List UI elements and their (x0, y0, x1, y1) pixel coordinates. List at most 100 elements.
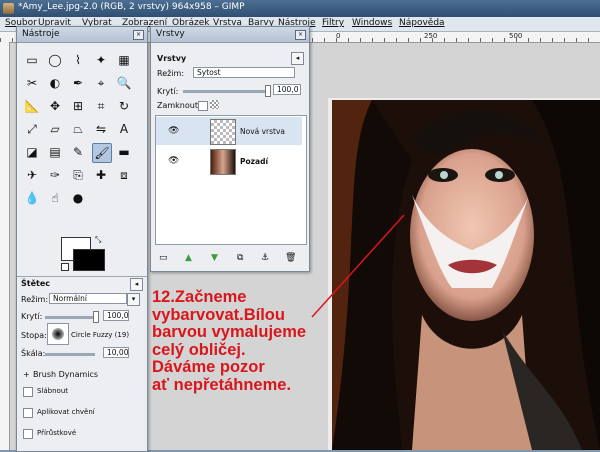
lock-alpha-checkbox[interactable] (198, 101, 208, 111)
brush-mode-select[interactable]: Normální (49, 293, 127, 304)
layer-opacity-knob[interactable] (265, 85, 271, 97)
layer-opacity-slider[interactable] (183, 90, 267, 93)
move-icon[interactable]: ✥ (46, 97, 64, 115)
layer-row-background[interactable]: 👁 Pozadí (156, 147, 302, 175)
anchor-layer-icon[interactable]: ⚓ (261, 253, 269, 263)
dodge-burn-icon[interactable]: ● (69, 189, 87, 207)
ink-icon[interactable]: ✑ (46, 166, 64, 184)
paths-icon[interactable]: ✒ (69, 74, 87, 92)
text-icon[interactable]: A (115, 120, 133, 138)
raise-layer-icon[interactable]: ▲ (185, 253, 192, 263)
align-icon[interactable]: ⊞ (69, 97, 87, 115)
toolbox-title: Nástroje (22, 29, 60, 39)
divider (17, 276, 147, 277)
flip-icon[interactable]: ⇋ (92, 120, 110, 138)
paintbrush-icon[interactable]: 🖌 (92, 143, 112, 163)
menu-help[interactable]: Nápověda (399, 18, 445, 28)
tutorial-annotation: 12.Začneme vybarvovat.Bílou barvou vymal… (152, 288, 352, 394)
brush-options-title: Štětec (21, 279, 51, 288)
fade-checkbox[interactable] (23, 387, 33, 397)
opacity-slider[interactable] (45, 316, 93, 319)
fuzzy-select-icon[interactable]: ✦ (92, 51, 110, 69)
annotation-line: celý obličej. (152, 340, 246, 359)
scissors-icon[interactable]: ✂ (23, 74, 41, 92)
blend-icon[interactable]: ▤ (46, 143, 64, 161)
annotation-line: 12.Začneme (152, 288, 247, 306)
opacity-value[interactable]: 100,0 (103, 310, 129, 321)
alpha-lock-icon (210, 100, 219, 109)
pencil-icon[interactable]: ✎ (69, 143, 87, 161)
scale-value[interactable]: 10,00 (103, 347, 129, 358)
window-title: *Amy_Lee.jpg-2.0 (RGB, 2 vrstvy) 964x958… (18, 2, 245, 12)
airbrush-icon[interactable]: ✈ (23, 166, 41, 184)
layers-tab-title: Vrstvy (157, 54, 187, 63)
layer-name: Pozadí (240, 157, 269, 166)
eraser-icon[interactable]: ▬ (115, 143, 133, 161)
scale-slider[interactable] (45, 353, 95, 356)
brush-dynamics-toggle[interactable]: Brush Dynamics (33, 370, 98, 379)
fade-label: Slábnout (37, 387, 69, 395)
close-icon[interactable]: × (133, 30, 144, 40)
blur-icon[interactable]: 💧 (23, 189, 41, 207)
rotate-icon[interactable]: ↻ (115, 97, 133, 115)
opacity-slider-knob[interactable] (93, 311, 99, 323)
shear-icon[interactable]: ▱ (46, 120, 64, 138)
perspective-clone-icon[interactable]: ⧈ (115, 166, 133, 184)
zoom-icon[interactable]: 🔍 (115, 74, 133, 92)
duplicate-layer-icon[interactable]: ⧉ (237, 253, 243, 263)
perspective-icon[interactable]: ⏢ (69, 120, 87, 138)
layers-panel: Vrstvy × Vrstvy ◂ Režim: Sytost Krytí: 1… (150, 26, 310, 272)
lock-label: Zamknout: (157, 101, 201, 110)
brush-name: Circle Fuzzy (19) (71, 331, 130, 339)
swap-colors-icon[interactable]: ⤡ (95, 235, 101, 245)
bucket-fill-icon[interactable]: ◪ (23, 143, 41, 161)
annotation-line: barvou vymalujeme (152, 323, 307, 341)
layers-title-bar: Vrstvy × (151, 27, 309, 43)
background-color-swatch[interactable] (73, 249, 105, 271)
default-colors-icon[interactable] (61, 263, 69, 271)
color-picker-icon[interactable]: ⌖ (92, 74, 110, 92)
chevron-down-icon[interactable]: ▾ (127, 293, 140, 306)
menu-windows[interactable]: Windows (352, 18, 392, 28)
layer-row-new[interactable]: 👁 Nová vrstva (156, 117, 302, 145)
annotation-line: vybarvovat.Bílou (152, 305, 285, 324)
window-title-bar: *Amy_Lee.jpg-2.0 (RGB, 2 vrstvy) 964x958… (0, 0, 600, 17)
close-icon[interactable]: × (295, 30, 306, 40)
toolbox-title-bar: Nástroje × (17, 27, 147, 43)
brush-label: Stopa: (21, 331, 47, 340)
lower-layer-icon[interactable]: ▼ (211, 253, 218, 263)
layer-opacity-label: Krytí: (157, 87, 179, 96)
layer-name: Nová vrstva (240, 127, 286, 136)
rect-select-icon[interactable]: ▭ (23, 51, 41, 69)
brush-preview[interactable] (47, 323, 69, 345)
measure-icon[interactable]: 📐 (23, 97, 41, 115)
ellipse-select-icon[interactable]: ◯ (46, 51, 64, 69)
eye-icon[interactable]: 👁 (168, 156, 179, 166)
annotation-line: Dáváme pozor (152, 358, 265, 376)
toolbox-panel: Nástroje × ▭ ◯ ⌇ ✦ ▦ ✂ ◐ ✒ ⌖ 🔍 📐 ✥ ⊞ ⌗ ↻ ⤢ ▱ ⏢ ⇋ A ◪ ▤ ✎ 🖌 ▬ ✈ ✑ ⎘ ✚… (16, 26, 148, 452)
heal-icon[interactable]: ✚ (92, 166, 110, 184)
annotation-line: ať nepřetáhneme. (152, 375, 292, 394)
opacity-label: Krytí: (21, 312, 43, 321)
clone-icon[interactable]: ⎘ (69, 166, 87, 184)
crop-icon[interactable]: ⌗ (92, 97, 110, 115)
layer-thumbnail (210, 149, 236, 175)
mode-label: Režim: (21, 295, 49, 304)
incremental-label: Přírůstkové (37, 429, 77, 437)
delete-layer-icon[interactable]: 🗑 (285, 253, 296, 263)
layer-mode-select[interactable]: Sytost (193, 67, 295, 78)
new-layer-icon[interactable]: ▭ (159, 253, 168, 263)
layer-opacity-value[interactable]: 100,0 (273, 84, 301, 95)
eye-icon[interactable]: 👁 (168, 126, 179, 136)
panel-menu-icon[interactable]: ◂ (291, 52, 304, 65)
expand-icon[interactable]: + (23, 370, 30, 379)
free-select-icon[interactable]: ⌇ (69, 51, 87, 69)
foreground-select-icon[interactable]: ◐ (46, 74, 64, 92)
panel-menu-icon[interactable]: ◂ (130, 278, 143, 291)
scale-icon[interactable]: ⤢ (23, 120, 41, 138)
incremental-checkbox[interactable] (23, 429, 33, 439)
smudge-icon[interactable]: ☝ (46, 189, 64, 207)
menu-filters[interactable]: Filtry (322, 18, 344, 28)
jitter-checkbox[interactable] (23, 408, 33, 418)
color-select-icon[interactable]: ▦ (115, 51, 133, 69)
